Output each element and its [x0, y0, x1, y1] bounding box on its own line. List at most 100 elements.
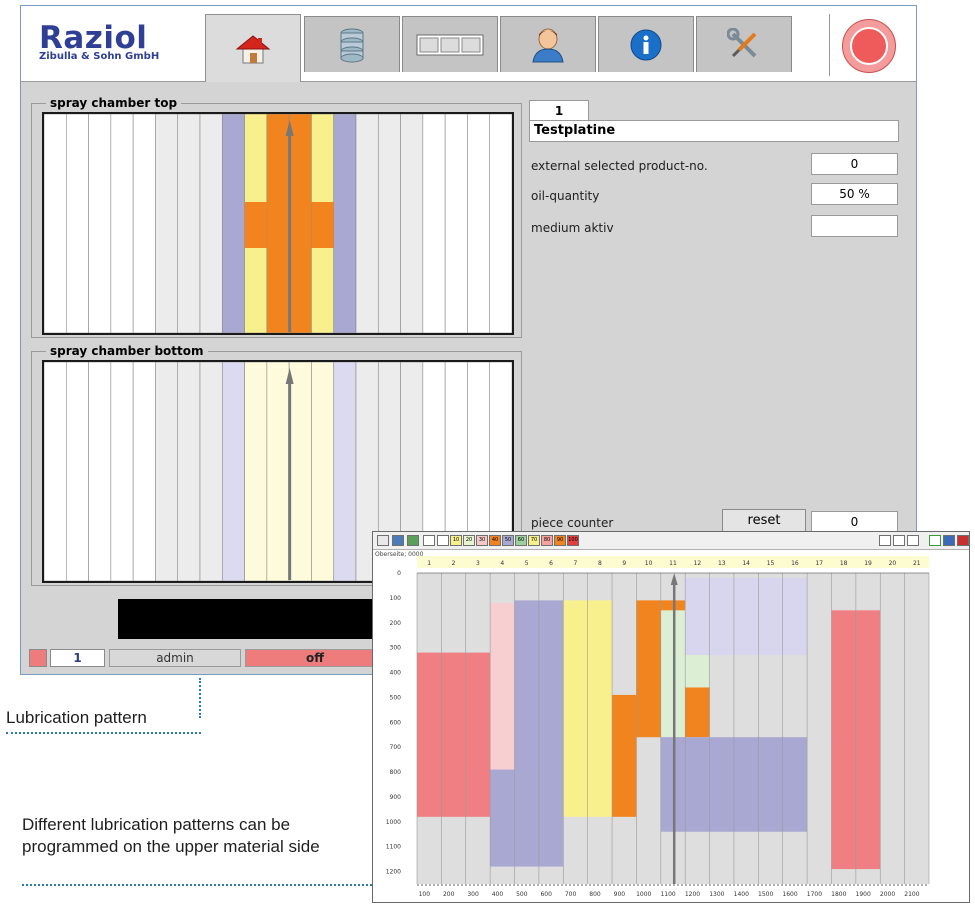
edit-icon[interactable] [407, 535, 419, 546]
tab-database[interactable] [304, 16, 400, 72]
bottom-column [333, 362, 357, 581]
three-panels-icon [416, 34, 484, 55]
y-tick-label: 100 [390, 595, 402, 602]
x-tick-label: 1800 [831, 891, 846, 898]
x-tick-label: 1700 [807, 891, 822, 898]
tab-info[interactable] [598, 16, 694, 72]
medium-aktiv-field[interactable] [811, 215, 898, 237]
column-number: 8 [598, 560, 602, 567]
product-number-field[interactable]: 0 [811, 153, 898, 175]
message-display [118, 599, 378, 639]
top-bar: Raziol Zibulla & Sohn GmbH [21, 6, 916, 82]
pointer-icon[interactable] [423, 535, 435, 546]
oil-quantity-label: oil-quantity [531, 189, 600, 203]
tab-tools[interactable] [696, 16, 792, 72]
tab-home[interactable] [205, 14, 301, 82]
y-tick-label: 1000 [386, 819, 401, 826]
x-tick-label: 1900 [856, 891, 871, 898]
y-tick-label: 900 [390, 794, 402, 801]
grid-icon[interactable] [879, 535, 891, 546]
status-number: 1 [50, 649, 105, 667]
tab-user[interactable] [500, 16, 596, 72]
print-icon[interactable] [392, 535, 404, 546]
bottom-column [199, 362, 223, 581]
export-icon[interactable] [957, 535, 969, 546]
stop-button-icon [850, 27, 888, 65]
new-icon[interactable] [377, 535, 389, 546]
column-number: 10 [645, 560, 653, 567]
tab-layout[interactable] [402, 16, 498, 72]
pattern-chart[interactable]: 1 2 3 4 5 6 7 8 9 10 11 12 13 14 15 16 17 18 19 20 210100200… [373, 556, 969, 902]
color-swatch[interactable]: 10 [450, 535, 462, 546]
play-icon[interactable] [929, 535, 941, 546]
color-swatch[interactable]: 80 [541, 535, 553, 546]
top-column [132, 114, 156, 333]
color-swatch[interactable]: 90 [554, 535, 566, 546]
top-column [333, 114, 357, 333]
x-tick-label: 100 [419, 891, 431, 898]
x-tick-label: 2000 [880, 891, 895, 898]
y-tick-label: 700 [390, 744, 402, 751]
column-number: 21 [913, 560, 921, 567]
oil-quantity-field[interactable]: 50 % [811, 183, 898, 205]
bottom-column [221, 362, 245, 581]
color-swatch[interactable]: 50 [502, 535, 514, 546]
color-swatch[interactable]: 20 [463, 535, 475, 546]
product-name: Testplatine [529, 120, 899, 142]
top-column [199, 114, 223, 333]
piece-counter-field: 0 [811, 511, 898, 533]
color-swatch[interactable]: 30 [476, 535, 488, 546]
column-number: 4 [500, 560, 504, 567]
stop-area [829, 14, 901, 76]
top-column [444, 114, 468, 333]
spray-chamber-bottom-title: spray chamber bottom [46, 344, 208, 358]
stop-button[interactable] [842, 19, 896, 73]
pattern-block [490, 769, 515, 867]
table-icon[interactable] [907, 535, 919, 546]
editor-toolbar: 10 20 30 40 50 60 70 80 90 100 [373, 532, 969, 550]
database-icon [340, 28, 364, 62]
pattern-block [685, 687, 710, 738]
reset-button[interactable]: reset [722, 509, 806, 533]
column-number: 9 [622, 560, 626, 567]
column-number: 12 [694, 560, 702, 567]
color-swatch[interactable]: 70 [528, 535, 540, 546]
wrench-screwdriver-icon [727, 27, 757, 57]
x-tick-label: 300 [467, 891, 479, 898]
pattern-block [612, 694, 637, 817]
color-swatch[interactable]: 40 [489, 535, 501, 546]
column-number: 3 [476, 560, 480, 567]
column-number: 18 [840, 560, 848, 567]
spray-chamber-top-plot[interactable] [42, 112, 514, 335]
color-swatch[interactable]: 60 [515, 535, 527, 546]
top-column [88, 114, 112, 333]
bottom-column [244, 362, 268, 581]
pattern-block [685, 577, 710, 656]
pattern-block [417, 652, 491, 817]
save-icon[interactable] [943, 535, 955, 546]
product-tab[interactable]: 1 [529, 100, 589, 120]
x-tick-label: 500 [516, 891, 528, 898]
top-column [288, 114, 312, 333]
y-tick-label: 300 [390, 645, 402, 652]
color-swatch[interactable]: 100 [567, 535, 579, 546]
logo-subtitle: Zibulla & Sohn GmbH [39, 51, 160, 62]
description-underline [22, 884, 372, 886]
top-column [377, 114, 401, 333]
y-tick-label: 500 [390, 694, 402, 701]
y-tick-label: 1100 [386, 844, 401, 851]
bottom-column [44, 362, 67, 581]
x-tick-label: 400 [492, 891, 504, 898]
top-column [400, 114, 424, 333]
top-column [422, 114, 446, 333]
columns-icon[interactable] [893, 535, 905, 546]
column-number: 20 [889, 560, 897, 567]
bottom-column [110, 362, 134, 581]
column-number: 7 [574, 560, 578, 567]
bottom-column [132, 362, 156, 581]
pattern-caption: Lubrication pattern [6, 708, 147, 727]
color-swatch[interactable] [437, 535, 449, 546]
top-column [355, 114, 379, 333]
bottom-column [311, 362, 335, 581]
pattern-underline [6, 732, 201, 734]
